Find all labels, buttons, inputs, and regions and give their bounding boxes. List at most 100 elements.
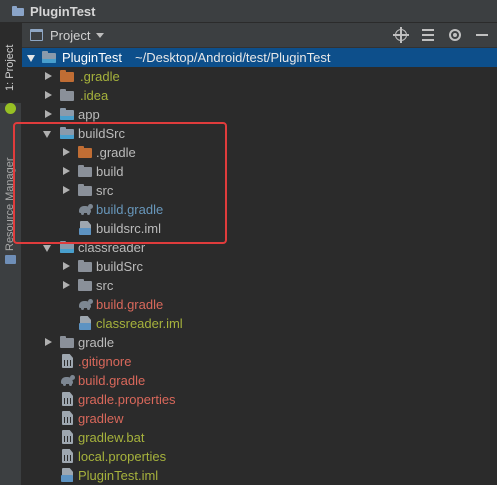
expand-arrow-icon[interactable] [60,143,72,162]
expand-arrow-icon[interactable] [60,257,72,276]
tree-row[interactable]: build.gradle [22,295,497,314]
tree-item-label: build [96,164,124,179]
tree-item-label: buildSrc [78,126,125,141]
tree-row[interactable]: buildsrc.iml [22,219,497,238]
tree-item-label: app [78,107,100,122]
gradle-icon [78,299,94,311]
iml-file-icon [61,468,73,482]
folder-gray-icon [78,279,93,292]
tool-tab-resource-manager[interactable]: Resource Manager [4,141,16,251]
project-path: ~/Desktop/Android/test/PluginTest [135,50,331,65]
tree-row[interactable]: build [22,162,497,181]
module-folder-icon [42,51,57,64]
iml-file-icon [79,221,91,235]
tree-row[interactable]: gradle.properties [22,390,497,409]
tree-row[interactable]: buildSrc [22,124,497,143]
tree-row[interactable]: app [22,105,497,124]
expand-arrow-icon[interactable] [42,86,54,105]
project-panel-header: Project [22,23,497,48]
locate-crosshair-icon[interactable] [392,26,410,44]
tree-item-label: .idea [80,88,109,103]
tree-item-label: gradlew [78,411,124,426]
resource-manager-icon [5,255,16,264]
tree-item-label: .gradle [96,145,136,160]
expand-arrow-icon[interactable] [60,162,72,181]
tree-row[interactable]: build.gradle [22,371,497,390]
module-folder-icon [60,241,75,254]
window-title-bar: PluginTest [0,0,497,23]
tree-row[interactable]: PluginTest.iml [22,466,497,485]
window-title: PluginTest [30,3,96,19]
folder-gray-icon [78,260,93,273]
tree-row[interactable]: src [22,181,497,200]
tree-row[interactable]: gradle [22,333,497,352]
project-view-icon [30,29,43,41]
tree-item-label: local.properties [78,449,167,464]
tree-row[interactable]: build.gradle [22,200,497,219]
tool-tab-project[interactable]: 1: Project [0,23,21,103]
properties-file-icon [62,392,73,406]
folder-gray-icon [78,184,93,197]
module-folder-icon [60,127,75,140]
folder-gray-icon [60,336,75,349]
gradle-icon [78,204,94,216]
tree-item-label: gradlew.bat [78,430,145,445]
project-tab-label: 1: Project [4,44,16,91]
settings-gear-icon[interactable] [446,26,464,44]
expand-arrow-icon[interactable] [42,238,54,257]
tree-item-label: src [96,183,114,198]
folder-orange-icon [60,70,75,83]
tree-row[interactable]: .gitignore [22,352,497,371]
tree-item-label: classreader [78,240,146,255]
folder-gray-icon [78,165,93,178]
expand-arrow-icon[interactable] [60,181,72,200]
tree-item-label: .gitignore [78,354,132,369]
module-folder-icon [60,108,75,121]
project-folder-icon [12,6,24,16]
expand-arrow-icon[interactable] [42,67,54,86]
android-icon [5,103,16,114]
tree-item-label: .gradle [80,69,120,84]
tree-item-label: gradle.properties [78,392,176,407]
expand-arrow-icon[interactable] [60,276,72,295]
tree-item-label: buildsrc.iml [96,221,162,236]
expand-arrow-icon[interactable] [26,48,38,67]
chevron-down-icon [96,32,105,38]
tree-item-label: build.gradle [96,297,164,312]
expand-arrow-icon[interactable] [42,105,54,124]
tree-row[interactable]: gradlew [22,409,497,428]
text-file-icon [62,354,73,368]
tree-item-label: src [96,278,114,293]
tree-row[interactable]: .gradle [22,67,497,86]
text-file-icon [62,430,73,444]
left-tool-strip: 1: Project Resource Manager [0,23,22,485]
tree-row[interactable]: classreader [22,238,497,257]
folder-orange-icon [78,146,93,159]
iml-file-icon [79,316,91,330]
expand-arrow-icon[interactable] [42,124,54,143]
tree-item-label: PluginTest [62,50,122,65]
collapse-all-icon[interactable] [419,26,437,44]
expand-arrow-icon[interactable] [42,333,54,352]
hide-icon[interactable] [473,26,491,44]
tree-row[interactable]: local.properties [22,447,497,466]
properties-file-icon [62,449,73,463]
tree-item-label: build.gradle [96,202,164,217]
tree-row[interactable]: classreader.iml [22,314,497,333]
tree-row[interactable]: .idea [22,86,497,105]
tree-item-label: PluginTest.iml [78,468,159,483]
tree-item-label: gradle [78,335,115,350]
text-file-icon [62,411,73,425]
tree-item-label: classreader.iml [96,316,183,331]
tree-item-label: buildSrc [96,259,143,274]
tree-row[interactable]: buildSrc [22,257,497,276]
view-selector-label: Project [50,27,91,43]
tree-row[interactable]: src [22,276,497,295]
tree-row-root[interactable]: PluginTest ~/Desktop/Android/test/Plugin… [22,48,497,67]
tree-item-label: build.gradle [78,373,146,388]
view-selector-dropdown[interactable]: Project [30,27,105,43]
tree-row[interactable]: gradlew.bat [22,428,497,447]
gradle-icon [60,375,76,387]
tree-row[interactable]: .gradle [22,143,497,162]
project-tree: PluginTest ~/Desktop/Android/test/Plugin… [22,48,497,485]
